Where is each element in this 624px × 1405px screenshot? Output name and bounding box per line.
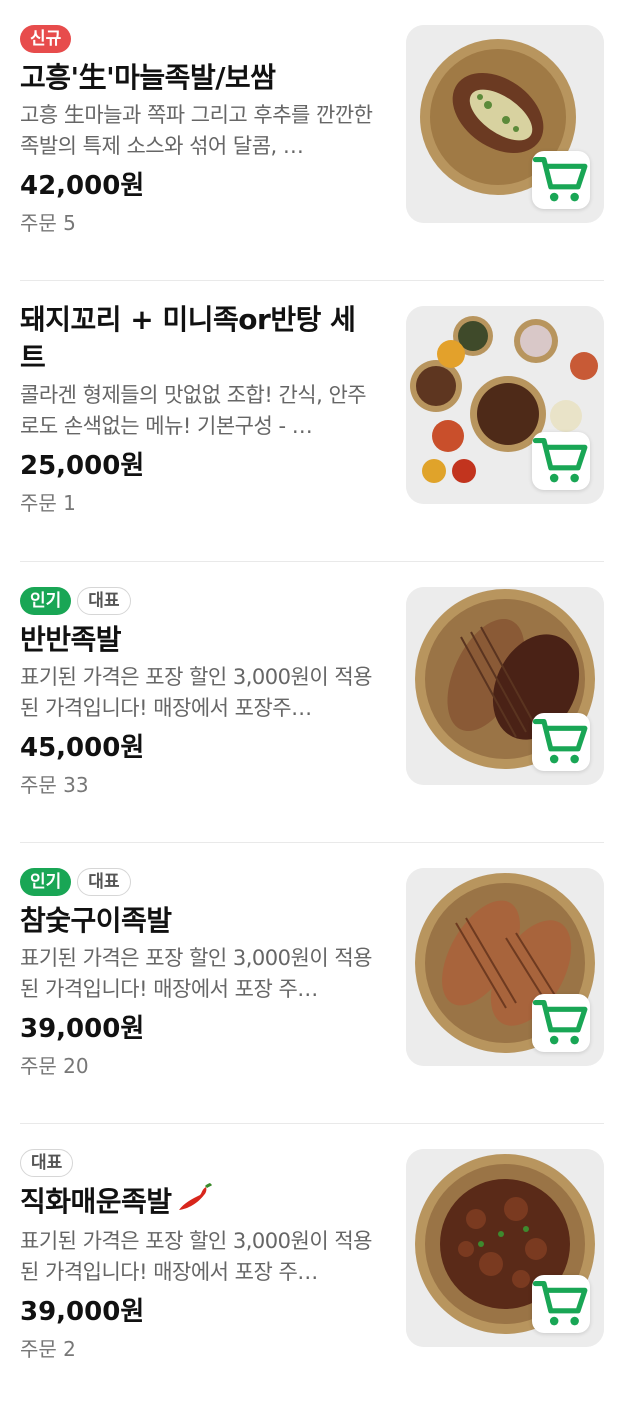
chili-pepper-icon: [176, 1182, 212, 1223]
popular-badge: 인기: [20, 868, 72, 896]
menu-item-order-count: 주문 2: [20, 1337, 76, 1361]
menu-item-name: 고흥'生'마늘족발/보쌈: [20, 61, 276, 94]
half-half-jokbal-image[interactable]: [406, 587, 604, 785]
add-to-cart-button[interactable]: [532, 1275, 590, 1333]
badge-row: 인기 대표: [20, 868, 380, 898]
menu-item-name: 직화매운족발: [20, 1182, 380, 1223]
add-to-cart-button[interactable]: [532, 713, 590, 771]
menu-item[interactable]: 돼지꼬리 + 미니족or반탕 세트 콜라겐 형제들의 맛없없 조합! 간식, 안…: [20, 281, 604, 562]
menu-item-price: 45,000원: [20, 733, 145, 763]
menu-item-order-count: 주문 1: [20, 491, 76, 515]
menu-item-price: 39,000원: [20, 1014, 145, 1044]
menu-item[interactable]: 대표 직화매운족발 표기된 가격은 포장 할인 3,000원이 적용된 가격입니…: [20, 1124, 604, 1405]
menu-item-name-text: 직화매운족발: [20, 1185, 172, 1218]
signature-badge: 대표: [77, 868, 131, 896]
cart-icon: [532, 437, 588, 483]
badge-row: 인기 대표: [20, 587, 380, 617]
menu-item-name: 반반족발: [20, 623, 122, 656]
menu-item-order-count: 주문 20: [20, 1054, 89, 1078]
menu-list: 신규 고흥'生'마늘족발/보쌈 고흥 生마늘과 쪽파 그리고 후추를 깐깐한족발…: [0, 0, 624, 1405]
add-to-cart-button[interactable]: [532, 151, 590, 209]
menu-item-order-count: 주문 5: [20, 211, 76, 235]
menu-item-price: 42,000원: [20, 171, 145, 201]
menu-item[interactable]: 인기 대표 참숯구이족발 표기된 가격은 포장 할인 3,000원이 적용된 가…: [20, 843, 604, 1124]
menu-item-description: 콜라겐 형제들의 맛없없 조합! 간식, 안주로도 손색없는 메뉴! 기본구성 …: [20, 383, 367, 438]
popular-badge: 인기: [20, 587, 72, 615]
menu-item[interactable]: 인기 대표 반반족발 표기된 가격은 포장 할인 3,000원이 적용된 가격입…: [20, 562, 604, 843]
menu-item-description: 고흥 生마늘과 쪽파 그리고 후추를 깐깐한족발의 특제 소스와 섞어 달콤, …: [20, 103, 373, 158]
add-to-cart-button[interactable]: [532, 432, 590, 490]
menu-item[interactable]: 신규 고흥'生'마늘족발/보쌈 고흥 生마늘과 쪽파 그리고 후추를 깐깐한족발…: [20, 0, 604, 281]
menu-item-info: 인기 대표 참숯구이족발 표기된 가격은 포장 할인 3,000원이 적용된 가…: [20, 868, 380, 1080]
menu-item-price: 25,000원: [20, 451, 145, 481]
menu-item-name: 돼지꼬리 + 미니족or반탕 세트: [20, 303, 356, 374]
badge-row: 신규: [20, 25, 380, 55]
cart-icon: [532, 718, 588, 764]
new-badge: 신규: [20, 25, 72, 53]
badge-row: 대표: [20, 1149, 380, 1179]
menu-item-info: 인기 대표 반반족발 표기된 가격은 포장 할인 3,000원이 적용된 가격입…: [20, 587, 380, 799]
pig-tail-set-image[interactable]: [406, 306, 604, 504]
signature-badge: 대표: [77, 587, 131, 615]
menu-item-price: 39,000원: [20, 1297, 145, 1327]
signature-badge: 대표: [20, 1149, 74, 1177]
charcoal-jokbal-image[interactable]: [406, 868, 604, 1066]
garlic-jokbal-image[interactable]: [406, 25, 604, 223]
cart-icon: [532, 1280, 588, 1326]
menu-item-description: 표기된 가격은 포장 할인 3,000원이 적용된 가격입니다! 매장에서 포장…: [20, 665, 372, 720]
menu-item-info: 돼지꼬리 + 미니족or반탕 세트 콜라겐 형제들의 맛없없 조합! 간식, 안…: [20, 301, 380, 517]
cart-icon: [532, 156, 588, 202]
cart-icon: [532, 999, 588, 1045]
add-to-cart-button[interactable]: [532, 994, 590, 1052]
menu-item-description: 표기된 가격은 포장 할인 3,000원이 적용된 가격입니다! 매장에서 포장…: [20, 946, 372, 1001]
spicy-jokbal-image[interactable]: [406, 1149, 604, 1347]
menu-item-description: 표기된 가격은 포장 할인 3,000원이 적용된 가격입니다! 매장에서 포장…: [20, 1229, 372, 1284]
menu-item-info: 대표 직화매운족발 표기된 가격은 포장 할인 3,000원이 적용된 가격입니…: [20, 1149, 380, 1363]
menu-item-order-count: 주문 33: [20, 773, 89, 797]
menu-item-name: 참숯구이족발: [20, 904, 172, 937]
menu-item-info: 신규 고흥'生'마늘족발/보쌈 고흥 生마늘과 쪽파 그리고 후추를 깐깐한족발…: [20, 25, 380, 237]
